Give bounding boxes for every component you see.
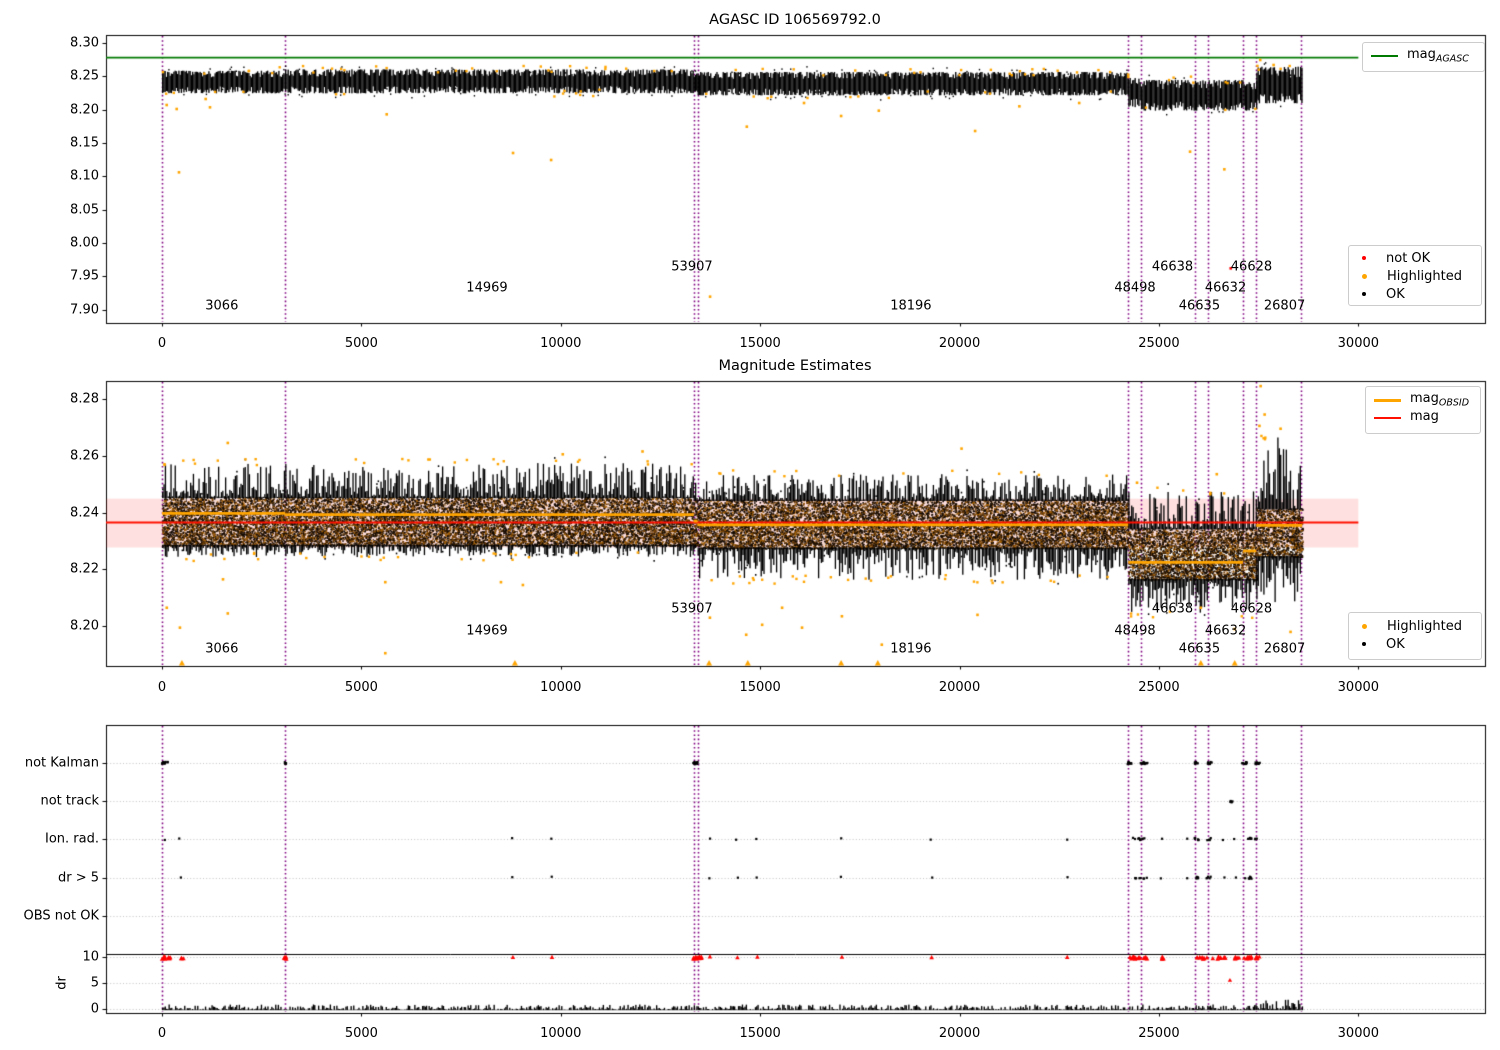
obsid-annotation: 26807 — [1263, 298, 1306, 314]
obsid-annotation: 46635 — [1178, 641, 1221, 657]
y-tick-label: 8.10 — [70, 168, 99, 184]
obsid-annotation: 3066 — [205, 298, 239, 314]
y-tick-label: 8.25 — [70, 68, 99, 84]
x-tick-label: 5000 — [344, 1026, 378, 1041]
obsid-annotation: 46632 — [1204, 280, 1247, 296]
x-tick-label: 15000 — [739, 1026, 781, 1041]
dr-tick-label: 10 — [82, 949, 99, 965]
category-label: OBS not OK — [23, 908, 100, 924]
obsid-annotation: 18196 — [890, 298, 932, 314]
middle-plot-title: Magnitude Estimates — [718, 357, 872, 374]
obsid-annotation: 53907 — [671, 259, 713, 275]
obsid-annotation: 48498 — [1114, 280, 1156, 296]
ok-marker-icon — [1362, 292, 1366, 296]
legend-ok-label: OK — [1386, 636, 1405, 652]
legend-mag-label: mag — [1410, 409, 1439, 425]
category-label: not track — [40, 793, 99, 809]
highlighted-marker-icon — [1362, 623, 1367, 629]
y-tick-label: 8.28 — [70, 391, 99, 407]
legend-not-ok-label: not OK — [1386, 250, 1431, 266]
obsid-annotation: 46628 — [1230, 601, 1273, 617]
y-tick-label: 8.20 — [70, 102, 99, 118]
y-tick-label: 7.95 — [70, 268, 99, 284]
y-tick-label: 8.22 — [70, 561, 99, 577]
not-ok-marker-icon — [1362, 256, 1366, 260]
y-tick-label: 8.15 — [70, 135, 99, 151]
legend-top-classes: not OK Highlighted OK — [1348, 245, 1482, 306]
highlighted-marker-icon — [1362, 273, 1367, 279]
obsid-annotation: 18196 — [890, 641, 932, 657]
x-tick-label: 0 — [157, 336, 167, 351]
category-label: dr > 5 — [57, 870, 99, 886]
legend-highlighted-label: Highlighted — [1387, 618, 1462, 634]
x-tick-label: 25000 — [1138, 1026, 1180, 1041]
x-tick-label: 30000 — [1337, 1026, 1380, 1041]
legend-mag-agasc-label: magAGASC — [1407, 47, 1469, 65]
legend-mid-lines: magOBSID mag — [1365, 386, 1481, 434]
legend-highlighted-label: Highlighted — [1387, 268, 1462, 284]
obsid-annotation: 26807 — [1263, 641, 1306, 657]
x-tick-label: 30000 — [1337, 679, 1380, 695]
obsid-annotation: 46628 — [1230, 259, 1273, 275]
y-tick-label: 8.00 — [70, 235, 99, 251]
dr-tick-label: 0 — [90, 1001, 99, 1017]
x-tick-label: 25000 — [1138, 679, 1180, 695]
legend-mag-agasc: magAGASC — [1362, 42, 1485, 72]
category-label: Ion. rad. — [45, 831, 99, 847]
dr-axis-label: dr — [54, 976, 70, 990]
mag-line-swatch — [1374, 417, 1401, 419]
x-tick-label: 25000 — [1138, 336, 1180, 351]
chart-canvas — [0, 0, 1500, 1050]
x-tick-label: 20000 — [938, 1026, 981, 1041]
figure-root: AGASC ID 106569792.0 Magnitude Estimates… — [0, 0, 1500, 1050]
y-tick-label: 8.20 — [70, 618, 99, 634]
x-tick-label: 20000 — [938, 679, 981, 695]
obsid-annotation: 46632 — [1204, 623, 1247, 639]
x-tick-label: 15000 — [739, 336, 781, 351]
obsid-annotation: 14969 — [466, 623, 508, 639]
legend-ok-label: OK — [1386, 286, 1405, 302]
y-tick-label: 8.24 — [70, 505, 99, 521]
dr-tick-label: 5 — [90, 975, 99, 991]
category-label: not Kalman — [24, 755, 99, 771]
y-tick-label: 8.05 — [70, 202, 99, 218]
x-tick-label: 0 — [157, 679, 167, 695]
x-tick-label: 5000 — [344, 679, 378, 695]
y-tick-label: 7.90 — [70, 302, 99, 318]
legend-mag-obsid-label: magOBSID — [1410, 391, 1470, 409]
x-tick-label: 10000 — [540, 336, 582, 351]
x-tick-label: 30000 — [1337, 336, 1380, 351]
top-plot-title: AGASC ID 106569792.0 — [709, 11, 881, 28]
obsid-annotation: 46638 — [1151, 259, 1194, 275]
x-tick-label: 20000 — [938, 336, 981, 351]
x-tick-label: 0 — [157, 1026, 167, 1041]
x-tick-label: 15000 — [739, 679, 781, 695]
y-tick-label: 8.30 — [70, 35, 99, 51]
x-tick-label: 5000 — [344, 336, 378, 351]
obsid-annotation: 3066 — [205, 641, 239, 657]
y-tick-label: 8.26 — [70, 448, 99, 464]
obsid-annotation: 14969 — [466, 280, 508, 296]
obsid-annotation: 48498 — [1114, 623, 1156, 639]
obsid-annotation: 53907 — [671, 601, 713, 617]
mag-obsid-line-swatch — [1374, 398, 1401, 402]
legend-mid-classes: Highlighted OK — [1348, 612, 1482, 660]
obsid-annotation: 46635 — [1178, 298, 1221, 314]
mag-agasc-line-swatch — [1371, 55, 1398, 57]
ok-marker-icon — [1362, 642, 1366, 646]
obsid-annotation: 46638 — [1151, 601, 1194, 617]
x-tick-label: 10000 — [540, 1026, 582, 1041]
x-tick-label: 10000 — [540, 679, 582, 695]
